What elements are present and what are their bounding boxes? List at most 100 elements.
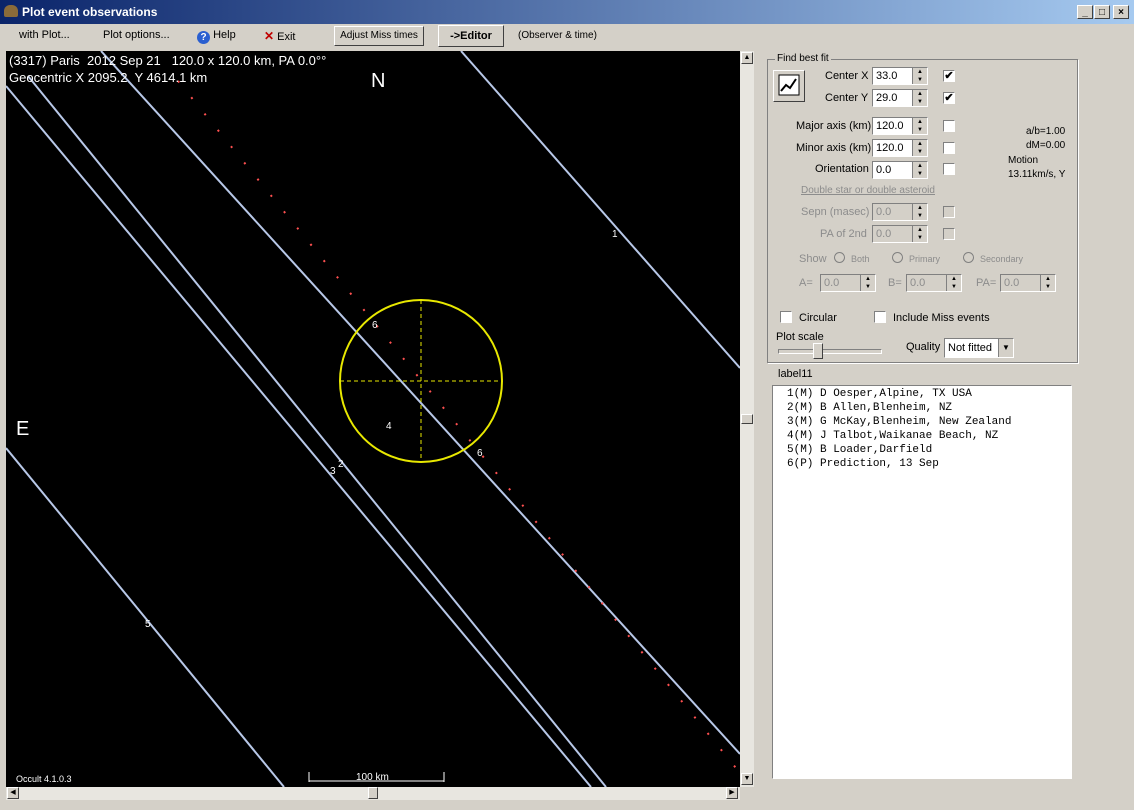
show-both-radio[interactable] — [834, 252, 845, 263]
circular-label: Circular — [799, 312, 837, 324]
chevron-down-icon[interactable]: ▼ — [998, 339, 1013, 357]
chord-label: 5 — [145, 619, 151, 630]
horizontal-scroll-thumb[interactable] — [368, 787, 378, 799]
sepn-value: 0.0 — [876, 206, 892, 218]
center-x-checkbox[interactable]: ✔ — [943, 70, 955, 82]
spinner-arrows[interactable]: ▲ ▼ — [912, 118, 927, 134]
fit-chart-icon — [778, 74, 800, 96]
menu-with-plot[interactable]: with Plot... — [19, 29, 70, 41]
pa2-spinner[interactable]: 0.0 ▲ ▼ — [872, 225, 928, 243]
pa2-checkbox[interactable] — [943, 228, 955, 240]
east-label: E — [16, 418, 29, 440]
plot-scale-slider[interactable] — [813, 343, 823, 359]
spinner-arrows[interactable]: ▲ ▼ — [912, 140, 927, 156]
list-item[interactable]: 3(M) G McKay,Blenheim, New Zealand — [787, 416, 1011, 428]
show-primary-radio[interactable] — [892, 252, 903, 263]
chord-line-2 — [100, 51, 740, 755]
dm-value: dM=0.00 — [1026, 140, 1066, 151]
scroll-left-arrow[interactable]: ◀ — [7, 787, 19, 799]
orientation-spinner[interactable]: 0.0 ▲ ▼ — [872, 161, 928, 179]
sepn-spinner[interactable]: 0.0 ▲ ▼ — [872, 203, 928, 221]
quality-value: Not fitted — [948, 342, 993, 354]
orientation-label: Orientation — [815, 163, 869, 175]
pa-label: PA= — [976, 277, 997, 289]
list-item[interactable]: 6(P) Prediction, 13 Sep — [787, 458, 939, 470]
list-item[interactable]: 4(M) J Talbot,Waikanae Beach, NZ — [787, 430, 998, 442]
major-axis-value: 120.0 — [876, 120, 904, 132]
scale-label: 100 km — [356, 772, 389, 783]
menu-help[interactable]: ? Help — [197, 29, 236, 44]
minor-axis-checkbox[interactable] — [943, 142, 955, 154]
center-y-value: 29.0 — [876, 92, 898, 104]
center-y-checkbox[interactable]: ✔ — [943, 92, 955, 104]
editor-button[interactable]: ->Editor — [438, 25, 504, 47]
pa2-value: 0.0 — [876, 228, 892, 240]
list-item[interactable]: 5(M) B Loader,Darfield — [787, 444, 932, 456]
pa-spinner[interactable]: 0.0 ▲ ▼ — [1000, 274, 1056, 292]
help-icon: ? — [197, 31, 210, 44]
minor-axis-spinner[interactable]: 120.0 ▲ ▼ — [872, 139, 928, 157]
center-y-label: Center Y — [825, 92, 869, 104]
prediction-path — [177, 80, 740, 774]
show-both-label: Both — [851, 254, 870, 264]
maximize-button[interactable]: □ — [1094, 5, 1110, 19]
chord-label: 6 — [372, 320, 378, 331]
show-secondary-label: Secondary — [980, 254, 1024, 264]
menu-exit[interactable]: ✕ Exit — [264, 29, 295, 43]
window-title: Plot event observations — [22, 5, 158, 19]
chord-line-5 — [6, 447, 285, 787]
major-axis-label: Major axis (km) — [796, 120, 872, 132]
plot-canvas[interactable]: 1 2 3 4 5 6 6 (3317) Paris 2012 Sep 21 1… — [6, 51, 740, 787]
chord-line-3 — [27, 75, 607, 787]
close-button[interactable]: × — [1113, 5, 1129, 19]
plot-vertical-scrollbar[interactable]: ▲ ▼ — [740, 51, 754, 787]
scroll-right-arrow[interactable]: ▶ — [726, 787, 738, 799]
circular-checkbox[interactable] — [780, 311, 792, 323]
center-x-value: 33.0 — [876, 70, 898, 82]
spinner-arrows[interactable]: ▲ ▼ — [912, 68, 927, 84]
spinner-arrows[interactable]: ▲ ▼ — [946, 275, 961, 291]
list-item[interactable]: 2(M) B Allen,Blenheim, NZ — [787, 402, 952, 414]
orientation-checkbox[interactable] — [943, 163, 955, 175]
chord-label: 2 — [338, 459, 344, 470]
sepn-checkbox[interactable] — [943, 206, 955, 218]
a-label: A= — [799, 277, 813, 289]
pa2-label: PA of 2nd — [820, 228, 867, 240]
quality-select[interactable]: Not fitted ▼ — [944, 338, 1014, 358]
chord-label: 3 — [330, 466, 336, 477]
orientation-value: 0.0 — [876, 164, 892, 176]
spinner-arrows[interactable]: ▲ ▼ — [912, 162, 927, 178]
a-spinner[interactable]: 0.0 ▲ ▼ — [820, 274, 876, 292]
show-secondary-radio[interactable] — [963, 252, 974, 263]
include-miss-checkbox[interactable] — [874, 311, 886, 323]
major-axis-spinner[interactable]: 120.0 ▲ ▼ — [872, 117, 928, 135]
plot-header-line2: Geocentric X 2095.2 Y 4614.1 km — [9, 70, 207, 85]
spinner-arrows[interactable]: ▲ ▼ — [860, 275, 875, 291]
major-axis-checkbox[interactable] — [943, 120, 955, 132]
version-label: Occult 4.1.0.3 — [16, 774, 72, 784]
minor-axis-label: Minor axis (km) — [796, 142, 872, 154]
chord-label: 6 — [477, 448, 483, 459]
center-x-spinner[interactable]: 33.0 ▲ ▼ — [872, 67, 928, 85]
spinner-arrows[interactable]: ▲ ▼ — [912, 204, 927, 220]
title-bar: Plot event observations _ □ × — [0, 0, 1134, 24]
center-y-spinner[interactable]: 29.0 ▲ ▼ — [872, 89, 928, 107]
menu-plot-options[interactable]: Plot options... — [103, 29, 170, 41]
spinner-arrows[interactable]: ▲ ▼ — [1040, 275, 1055, 291]
menu-help-label: Help — [213, 29, 236, 41]
b-spinner[interactable]: 0.0 ▲ ▼ — [906, 274, 962, 292]
vertical-scroll-thumb[interactable] — [741, 414, 753, 424]
motion-value: 13.11km/s, Y — [1008, 169, 1066, 180]
fit-panel: Find best fit Center X 33.0 ▲ ▼ ✔ Center Y… — [762, 51, 1132, 787]
plot-horizontal-scrollbar[interactable]: ◀ ▶ — [6, 787, 740, 800]
list-item[interactable]: 1(M) D Oesper,Alpine, TX USA — [787, 388, 972, 400]
chord-line-4 — [6, 85, 592, 787]
observer-list[interactable]: 1(M) D Oesper,Alpine, TX USA 2(M) B Alle… — [772, 385, 1072, 779]
spinner-arrows[interactable]: ▲ ▼ — [912, 226, 927, 242]
spinner-arrows[interactable]: ▲ ▼ — [912, 90, 927, 106]
minimize-button[interactable]: _ — [1077, 5, 1093, 19]
scroll-down-arrow[interactable]: ▼ — [741, 773, 753, 785]
fit-button[interactable] — [773, 70, 805, 102]
adjust-miss-times-button[interactable]: Adjust Miss times — [334, 26, 424, 46]
scroll-up-arrow[interactable]: ▲ — [741, 52, 753, 64]
